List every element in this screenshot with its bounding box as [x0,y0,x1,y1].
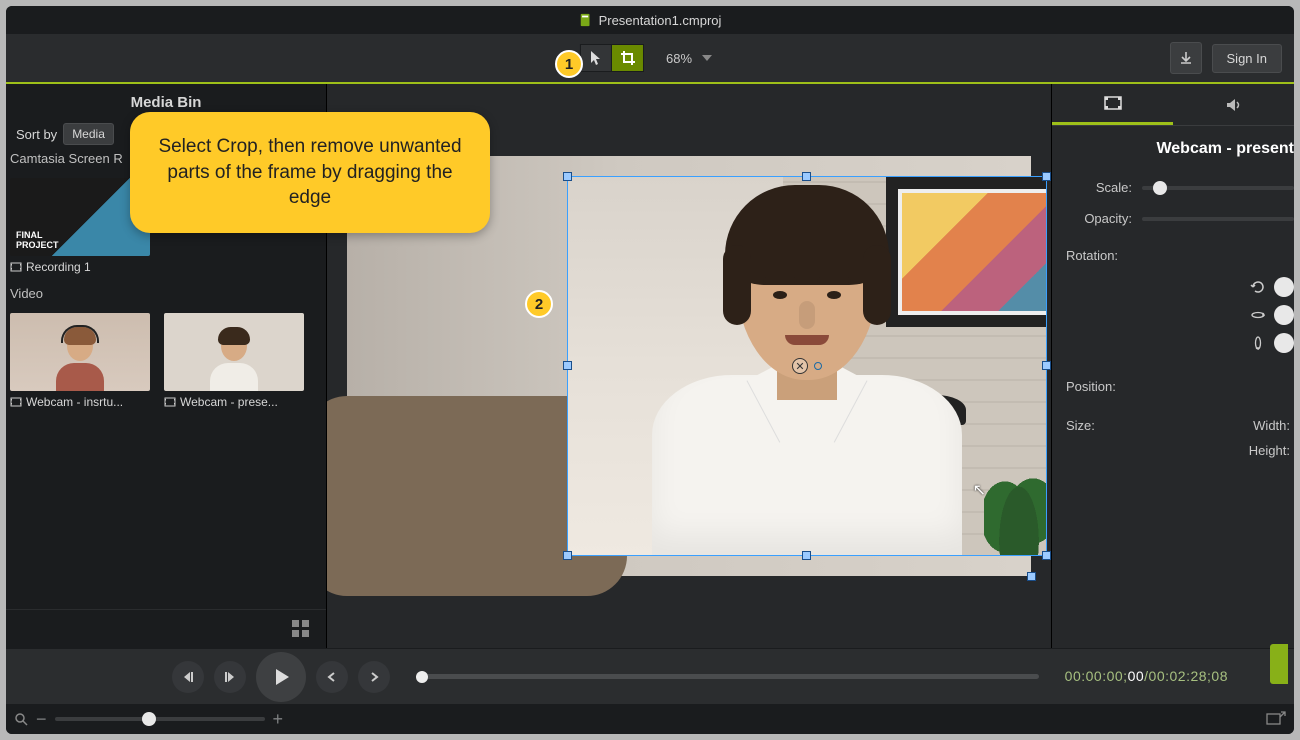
position-label: Position: [1052,361,1294,400]
frame-handle-br[interactable] [1027,572,1036,581]
media-caption: Webcam - insrtu... [26,395,123,409]
media-thumbnail [10,178,150,256]
media-thumbnail [164,313,304,391]
rotation-x-row[interactable] [1066,329,1294,357]
crop-handle-mr[interactable] [1042,361,1051,370]
view-mode-toggle[interactable] [6,609,326,648]
grid-icon [290,618,312,640]
top-toolbar: 68% Sign In [6,34,1294,84]
rotate-x-icon [1250,335,1266,351]
edit-mode-group [580,44,644,72]
detach-icon [1266,711,1286,727]
prev-marker-button[interactable] [316,661,348,693]
film-icon [1103,93,1123,113]
play-button[interactable] [256,652,306,702]
tutorial-tooltip: Select Crop, then remove unwanted parts … [130,112,490,233]
crop-handle-tm[interactable] [802,172,811,181]
rotation-y-row[interactable] [1066,301,1294,329]
bottom-bar: − + [6,704,1294,734]
crop-handle-tr[interactable] [1042,172,1051,181]
sort-label: Sort by [16,127,57,142]
scale-row: Scale: [1052,172,1294,203]
selected-clip-name: Webcam - present [1052,126,1294,172]
properties-panel: Webcam - present Scale: Opacity: Rotatio… [1052,84,1294,648]
search-icon[interactable] [14,712,28,726]
opacity-slider[interactable] [1142,217,1294,221]
play-icon [270,666,292,688]
media-item[interactable]: Webcam - insrtu... [10,313,150,409]
share-button[interactable] [1270,644,1288,684]
cursor-icon: ↖ [973,480,986,500]
media-caption: Webcam - prese... [180,395,278,409]
crop-icon [619,50,635,66]
size-label: Size: [1066,418,1095,458]
film-icon [10,261,22,273]
crop-handle-tl[interactable] [563,172,572,181]
zoom-select[interactable]: 68% [658,44,720,72]
titlebar: Presentation1.cmproj [6,6,1294,34]
zoom-out-button[interactable]: − [36,709,47,730]
timecode: 00:00:00;00/00:02:28;08 [1065,668,1228,685]
rotate-z-icon [1250,279,1266,295]
selected-clip[interactable]: ✕ ↖ [567,176,1047,556]
crop-tool-button[interactable] [612,44,644,72]
height-label: Height: [1249,443,1290,458]
prev-frame-button[interactable] [172,661,204,693]
project-file-icon [579,13,593,27]
crop-handle-ml[interactable] [563,361,572,370]
playhead-scrubber[interactable] [416,674,1039,679]
select-tool-button[interactable] [580,44,612,72]
chevron-left-icon [326,671,338,683]
properties-tab-audio[interactable] [1173,84,1294,125]
sign-in-button[interactable]: Sign In [1212,44,1282,73]
media-item[interactable]: Webcam - prese... [164,313,304,409]
anchor-point[interactable]: ✕ [792,358,822,374]
rotation-label: Rotation: [1066,248,1294,263]
opacity-row: Opacity: [1052,203,1294,234]
cursor-icon [588,50,604,66]
film-icon [10,396,22,408]
scale-label: Scale: [1066,180,1132,195]
speaker-icon [1224,95,1244,115]
width-label: Width: [1253,418,1290,433]
film-icon [164,396,176,408]
annotation-badge-1: 1 [555,50,583,78]
zoom-value: 68% [666,51,692,66]
chevron-down-icon [702,55,712,61]
size-block: Size: Width: Height: [1052,400,1294,464]
scale-slider[interactable] [1142,186,1294,190]
rotate-y-icon [1250,307,1266,323]
crop-handle-br[interactable] [1042,551,1051,560]
next-frame-button[interactable] [214,661,246,693]
properties-tab-video[interactable] [1052,84,1173,125]
media-thumbnail [10,313,150,391]
crop-handle-bl[interactable] [563,551,572,560]
chevron-right-icon [368,671,380,683]
media-section-video: Video [6,286,326,305]
opacity-label: Opacity: [1066,211,1132,226]
zoom-in-button[interactable]: + [273,709,284,730]
annotation-badge-2: 2 [525,290,553,318]
rotation-z-row[interactable] [1066,273,1294,301]
playback-bar: 00:00:00;00/00:02:28;08 [6,648,1294,704]
window-title: Presentation1.cmproj [599,13,722,28]
sort-select[interactable]: Media [63,123,114,145]
crop-handle-bm[interactable] [802,551,811,560]
step-back-icon [181,670,195,684]
timeline-zoom-slider[interactable] [55,717,265,721]
media-caption: Recording 1 [26,260,91,274]
download-button[interactable] [1170,42,1202,74]
media-item[interactable]: Recording 1 [10,178,150,274]
step-fwd-icon [223,670,237,684]
download-icon [1179,51,1193,65]
next-marker-button[interactable] [358,661,390,693]
detach-canvas-button[interactable] [1266,711,1286,727]
